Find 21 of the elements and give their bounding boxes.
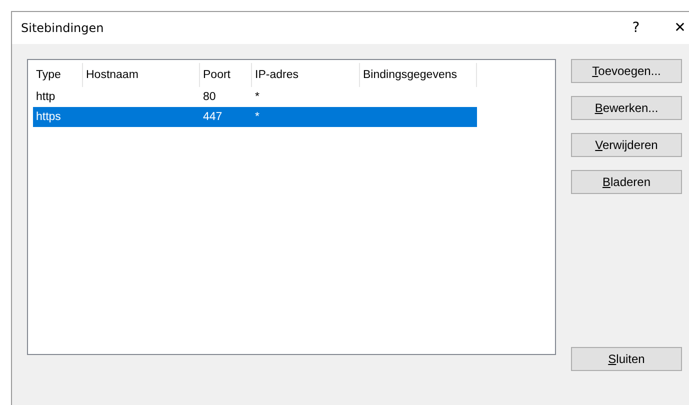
- column-header[interactable]: Type: [33, 63, 83, 87]
- action-button[interactable]: Verwijderen: [571, 133, 682, 157]
- table-cell-text: 80: [202, 90, 217, 105]
- window-title: Sitebindingen: [21, 21, 105, 35]
- action-button[interactable]: Toevoegen...: [571, 59, 682, 83]
- table-cell-text: http: [35, 90, 56, 105]
- close-dialog-button[interactable]: Sluiten: [571, 347, 682, 371]
- table-cell-text: *: [254, 110, 260, 125]
- table-cell-text: 447: [202, 110, 224, 125]
- column-header[interactable]: IP-adres: [252, 63, 360, 87]
- table-cell-text: https: [35, 110, 62, 125]
- table-cell-text: *: [254, 90, 260, 105]
- close-button[interactable]: ✕: [658, 20, 689, 36]
- action-button[interactable]: Bewerken...: [571, 96, 682, 120]
- help-button[interactable]: ?: [614, 20, 658, 36]
- action-button[interactable]: Bladeren: [571, 170, 682, 194]
- column-header[interactable]: Bindingsgegevens: [360, 63, 477, 87]
- column-header[interactable]: Hostnaam: [83, 63, 200, 87]
- column-header[interactable]: Poort: [200, 63, 252, 87]
- table-row[interactable]: https 447 *: [33, 107, 477, 127]
- table-row[interactable]: http 80 *: [33, 87, 477, 107]
